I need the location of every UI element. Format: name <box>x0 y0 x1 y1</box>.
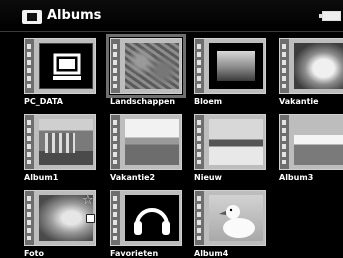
landscape-photo <box>125 43 179 89</box>
album-label: Nieuw <box>194 173 222 182</box>
film-frame <box>110 114 182 170</box>
film-frame <box>279 114 343 170</box>
album-label: Album4 <box>194 249 229 258</box>
album-label: Album1 <box>24 173 59 182</box>
lock-icon <box>86 214 95 223</box>
album-label: Foto <box>24 249 44 258</box>
film-frame <box>110 190 182 246</box>
headphones-icon <box>125 195 179 241</box>
album-label: Album3 <box>279 173 314 182</box>
title-bar: Albums <box>0 0 343 32</box>
album-label: Vakantie <box>279 97 319 106</box>
album-label: Favorieten <box>110 249 159 258</box>
battery-icon <box>319 11 341 21</box>
computer-icon <box>39 43 93 89</box>
album-label: Vakantie2 <box>110 173 156 182</box>
house-photo <box>39 119 93 165</box>
film-frame <box>194 114 266 170</box>
lake-photo <box>294 119 343 165</box>
album-label: Bloem <box>194 97 223 106</box>
film-frame <box>24 38 96 94</box>
album-grid: PC_DATA Landschappen Bloem Vakantie Albu… <box>0 31 343 258</box>
film-frame <box>194 38 266 94</box>
flower-photo <box>209 43 263 89</box>
film-frame <box>194 190 266 246</box>
film-frame <box>106 34 186 98</box>
film-frame <box>24 114 96 170</box>
page-title: Albums <box>47 8 102 23</box>
film-frame <box>279 38 343 94</box>
album-label: Landschappen <box>110 97 176 106</box>
album-icon <box>22 10 42 24</box>
field-photo <box>125 119 179 165</box>
star-icon: ☆ <box>82 193 94 208</box>
duck-photo <box>209 195 263 241</box>
film-frame: ☆ <box>24 190 96 246</box>
waterfront-photo <box>209 119 263 165</box>
album-label: PC_DATA <box>24 97 63 106</box>
animal-photo <box>294 43 343 89</box>
